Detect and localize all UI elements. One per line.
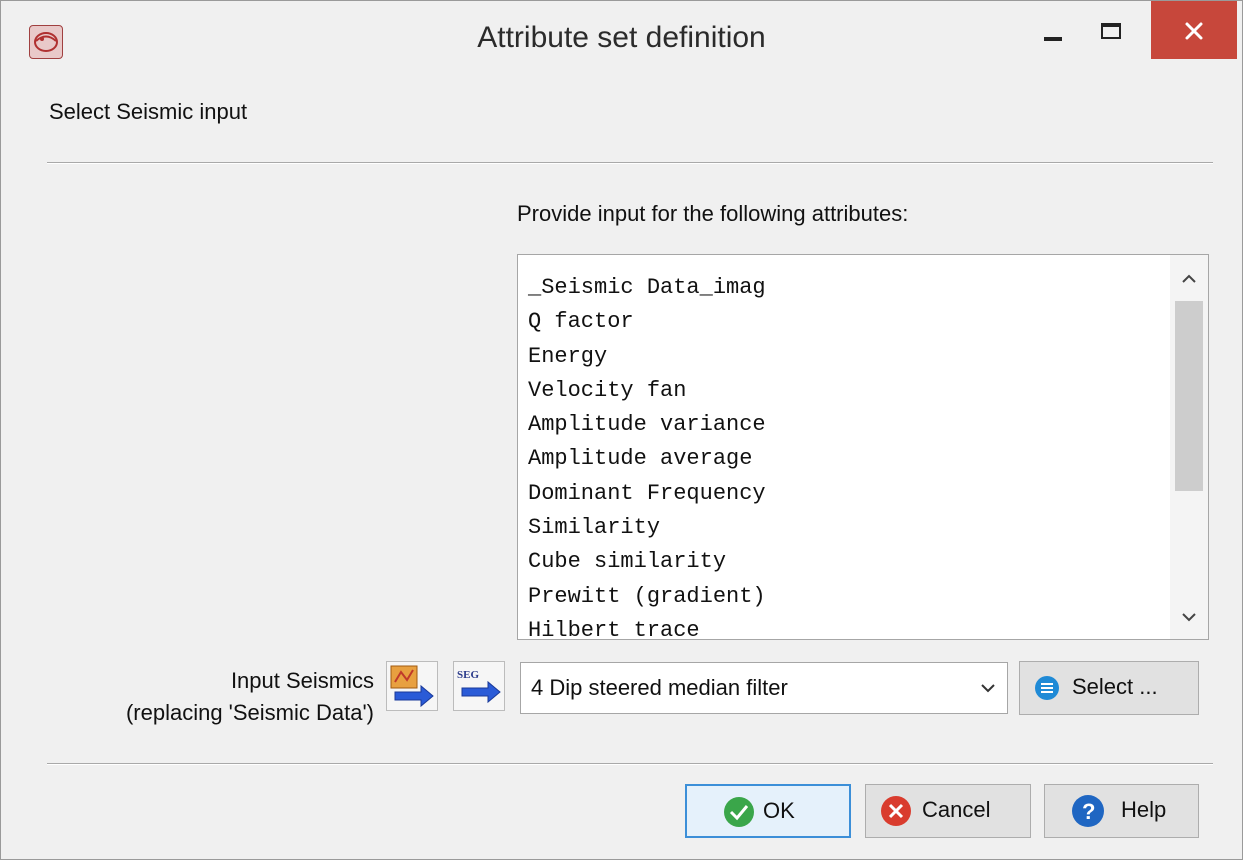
cancel-button[interactable]: Cancel — [865, 784, 1031, 838]
svg-text:?: ? — [1082, 799, 1095, 824]
select-button-label: Select ... — [1072, 674, 1158, 699]
list-item[interactable]: Cube similarity — [528, 545, 766, 579]
attributes-list[interactable]: _Seismic Data_imag Q factor Energy Veloc… — [517, 254, 1209, 643]
list-item[interactable]: Velocity fan — [528, 374, 766, 408]
list-icon — [1035, 676, 1059, 700]
list-item[interactable]: Energy — [528, 340, 766, 374]
attributes-prompt: Provide input for the following attribut… — [517, 201, 909, 226]
scroll-thumb[interactable] — [1175, 301, 1203, 491]
list-item[interactable]: Similarity — [528, 511, 766, 545]
list-item[interactable]: Q factor — [528, 305, 766, 339]
close-button[interactable] — [1151, 1, 1237, 59]
checkmark-icon — [724, 797, 754, 827]
segy-import-icon: SEG — [457, 669, 501, 704]
input-seismics-label-line2: (replacing 'Seismic Data') — [125, 700, 374, 725]
section-label: Select Seismic input — [49, 99, 248, 124]
ok-button-label: OK — [763, 798, 795, 823]
import-arrow-icon — [390, 665, 434, 708]
help-button[interactable]: ? Help — [1044, 784, 1199, 838]
maximize-button[interactable] — [1085, 1, 1145, 59]
maximize-icon — [1101, 23, 1121, 39]
chevron-down-icon — [1182, 613, 1196, 622]
chevron-down-icon — [981, 684, 995, 693]
list-item[interactable]: Dominant Frequency — [528, 477, 766, 511]
dialog-window: Attribute set definition Select Seismic … — [0, 0, 1243, 860]
list-item[interactable]: Amplitude variance — [528, 408, 766, 442]
input-seismics-label: Input Seismics (replacing 'Seismic Data'… — [126, 665, 374, 729]
title-bar[interactable]: Attribute set definition — [1, 1, 1242, 87]
list-item[interactable]: Amplitude average — [528, 442, 766, 476]
minimize-icon — [1044, 37, 1062, 41]
svg-text:SEG: SEG — [457, 669, 479, 681]
ok-button[interactable]: OK — [685, 784, 851, 838]
input-seismics-select[interactable]: 4 Dip steered median filter — [520, 662, 1008, 714]
help-button-label: Help — [1121, 797, 1167, 822]
input-seismics-value: 4 Dip steered median filter — [531, 675, 788, 700]
separator-top — [47, 162, 1213, 164]
select-button[interactable]: Select ... — [1019, 661, 1199, 715]
separator-bottom — [47, 763, 1213, 765]
scroll-down-button[interactable] — [1170, 599, 1208, 635]
question-icon: ? — [1072, 795, 1104, 827]
list-item[interactable]: Hilbert trace — [528, 614, 766, 648]
input-seismics-label-line1: Input Seismics — [230, 668, 374, 693]
list-item[interactable]: _Seismic Data_imag — [528, 271, 766, 305]
attributes-items: _Seismic Data_imag Q factor Energy Veloc… — [528, 271, 766, 648]
chevron-up-icon — [1182, 274, 1196, 283]
list-item[interactable]: Prewitt (gradient) — [528, 580, 766, 614]
vertical-scrollbar[interactable] — [1170, 255, 1208, 639]
minimize-button[interactable] — [1025, 1, 1085, 59]
cancel-button-label: Cancel — [922, 797, 991, 822]
x-circle-icon — [881, 796, 911, 826]
import-seismic-button[interactable] — [386, 661, 438, 711]
scroll-up-button[interactable] — [1170, 261, 1208, 297]
segy-import-button[interactable]: SEG — [453, 661, 505, 711]
close-icon — [1185, 22, 1203, 40]
